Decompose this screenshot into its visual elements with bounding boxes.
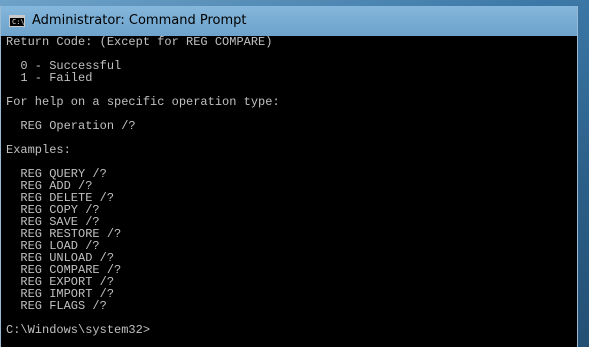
console-line: REG UNLOAD /? [6,251,115,265]
console-line: 0 - Successful [6,59,122,73]
console-line: REG Operation /? [6,119,136,133]
console-line: For help on a specific operation type: [6,95,280,109]
console-line: REG DELETE /? [6,191,115,205]
console-line: REG SAVE /? [6,215,100,229]
window-title: Administrator: Command Prompt [32,13,247,28]
console-line: REG COMPARE /? [6,263,122,277]
command-prompt-window[interactable]: C:\ Administrator: Command Prompt Return… [0,6,578,347]
console-line: REG ADD /? [6,179,93,193]
title-bar[interactable]: C:\ Administrator: Command Prompt [1,6,577,36]
console-line: Return Code: (Except for REG COMPARE) [6,36,273,49]
console-line: REG FLAGS /? [6,299,107,313]
console-line: REG QUERY /? [6,167,107,181]
command-prompt-line[interactable]: C:\Windows\system32> [6,324,576,336]
prompt-text: C:\Windows\system32> [6,323,151,337]
console-line: REG RESTORE /? [6,227,122,241]
console-line: REG EXPORT /? [6,275,115,289]
cmd-icon-label: C:\ [12,18,25,26]
console-line: REG COPY /? [6,203,100,217]
console-line: REG IMPORT /? [6,287,115,301]
console-line: REG LOAD /? [6,239,100,253]
cmd-icon[interactable]: C:\ [9,15,25,27]
console-output[interactable]: Return Code: (Except for REG COMPARE) 0 … [6,36,576,344]
console-line: Examples: [6,143,71,157]
console-line: 1 - Failed [6,71,93,85]
